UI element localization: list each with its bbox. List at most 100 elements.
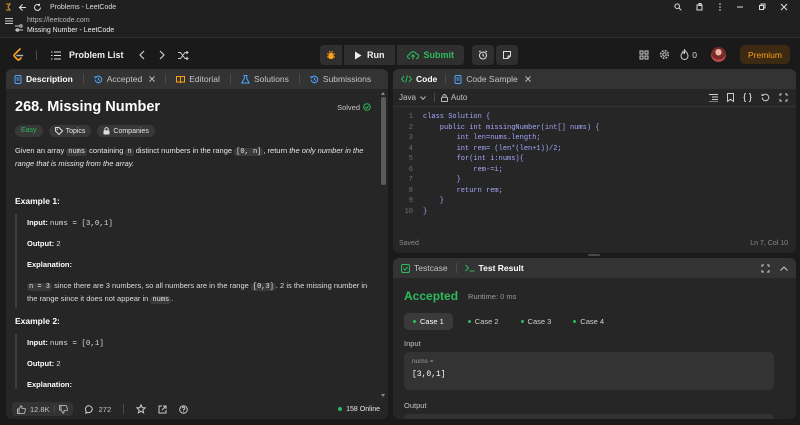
case-4-label: Case 4 xyxy=(580,317,605,326)
tab-code-label: Code xyxy=(416,74,438,84)
braces-icon[interactable] xyxy=(743,93,752,102)
extensions-icon[interactable] xyxy=(696,3,704,11)
history-icon xyxy=(94,75,103,84)
star-icon[interactable] xyxy=(136,404,147,414)
notes-button[interactable] xyxy=(496,45,518,65)
expand-icon[interactable] xyxy=(779,93,788,102)
scroll-up-arrow[interactable] xyxy=(381,92,385,95)
case-pass-dot xyxy=(413,320,416,323)
shuffle-icon[interactable] xyxy=(177,50,189,60)
likes-count: 12.8K xyxy=(30,404,50,414)
top-nav: Problem List Run Submit 0 Premium xyxy=(0,40,800,70)
comments-button[interactable]: 272 xyxy=(84,404,111,414)
timer-button[interactable] xyxy=(472,45,494,65)
prev-problem-icon[interactable] xyxy=(138,50,146,60)
checkbox-icon xyxy=(401,263,410,273)
description-scrollbar[interactable] xyxy=(381,92,386,397)
solved-status: Solved xyxy=(337,102,360,112)
back-icon[interactable] xyxy=(18,3,27,12)
debug-button[interactable] xyxy=(320,45,342,65)
companies-chip[interactable]: Companies xyxy=(97,125,155,137)
menu-lines-icon[interactable] xyxy=(5,18,13,24)
document-icon xyxy=(14,74,22,84)
layout-grid-icon[interactable] xyxy=(639,50,649,60)
output-box[interactable] xyxy=(404,414,774,419)
help-icon[interactable] xyxy=(179,404,188,414)
menu-icon[interactable] xyxy=(4,3,12,11)
language-select[interactable]: Java xyxy=(399,93,426,102)
problem-title[interactable]: 268. Missing Number xyxy=(15,99,160,115)
difficulty-badge[interactable]: Easy xyxy=(15,125,43,137)
tab-accepted[interactable]: Accepted xyxy=(94,74,156,84)
avatar[interactable] xyxy=(710,47,726,62)
auto-label: Auto xyxy=(450,93,468,102)
tab-submissions-label: Submissions xyxy=(322,74,372,84)
close-tab-icon[interactable] xyxy=(149,76,156,82)
comment-icon xyxy=(84,404,94,414)
next-problem-icon[interactable] xyxy=(158,50,166,60)
tab-test-result-label: Test Result xyxy=(478,263,524,273)
submit-button[interactable]: Submit xyxy=(396,45,464,65)
code-line: 4 int rem= (len*(len+1))/2; xyxy=(408,144,562,153)
more-vert-icon[interactable] xyxy=(718,3,722,11)
minimize-icon[interactable] xyxy=(736,3,744,11)
scrollbar-thumb[interactable] xyxy=(381,97,386,185)
tab-submissions[interactable]: Submissions xyxy=(310,74,371,84)
code-editor[interactable]: 1 class Solution { 2 public int missingNu… xyxy=(393,112,796,218)
input-var-name: nums = xyxy=(412,358,434,365)
history-icon xyxy=(310,75,319,84)
case-tab-1[interactable]: Case 1 xyxy=(404,313,453,330)
tab-solutions[interactable]: Solutions xyxy=(240,74,289,84)
search-icon[interactable] xyxy=(674,3,682,11)
description-content[interactable]: 268. Missing Number Solved Easy Topics C… xyxy=(15,99,371,395)
thumbs-down-icon[interactable] xyxy=(58,404,68,414)
site-settings-icon[interactable] xyxy=(15,24,23,32)
tab-editorial[interactable]: Editorial xyxy=(176,74,220,84)
chevron-up-icon[interactable] xyxy=(780,264,788,273)
panel-splitter[interactable] xyxy=(588,254,600,256)
case-tab-3[interactable]: Case 3 xyxy=(514,313,559,330)
reload-icon[interactable] xyxy=(33,3,42,12)
reset-icon[interactable] xyxy=(761,93,770,102)
description-footer: 12.8K 272 158 Online xyxy=(6,399,388,419)
tab-code-sample[interactable]: Code Sample xyxy=(454,74,531,84)
tab-code[interactable]: Code xyxy=(401,74,437,84)
url-text[interactable]: https://leetcode.com xyxy=(27,17,90,24)
problem-list-icon[interactable] xyxy=(51,50,61,60)
problem-list-link[interactable]: Problem List xyxy=(69,50,124,60)
input-box[interactable]: nums = [3,0,1] xyxy=(404,352,774,390)
run-button[interactable]: Run xyxy=(344,45,395,65)
run-label: Run xyxy=(367,50,385,60)
note-icon xyxy=(502,50,512,60)
fullscreen-icon[interactable] xyxy=(761,264,770,273)
leetcode-logo-icon[interactable] xyxy=(12,48,24,62)
settings-gear-icon[interactable] xyxy=(659,49,670,60)
tab-testcase[interactable]: Testcase xyxy=(401,263,448,273)
like-button[interactable]: 12.8K xyxy=(12,402,73,416)
code-brackets-icon xyxy=(401,75,412,83)
topics-chip[interactable]: Topics xyxy=(48,125,92,137)
scroll-down-arrow[interactable] xyxy=(381,394,385,397)
fire-streak-icon[interactable] xyxy=(680,49,689,60)
format-icon[interactable] xyxy=(709,93,718,102)
case-pass-dot xyxy=(520,320,524,323)
bookmark-icon[interactable] xyxy=(727,93,734,102)
case-2-label: Case 2 xyxy=(474,317,499,326)
share-icon[interactable] xyxy=(158,405,167,414)
close-window-icon[interactable] xyxy=(780,3,788,11)
document-icon xyxy=(454,74,462,84)
auto-mode[interactable]: Auto xyxy=(440,93,468,102)
problem-description: Given an array nums containing n distinc… xyxy=(15,146,364,168)
lock-icon xyxy=(103,127,110,135)
tab-accepted-label: Accepted xyxy=(106,74,143,84)
restore-icon[interactable] xyxy=(758,3,766,11)
editor-toolbar: Java Auto xyxy=(393,89,796,107)
tab-code-sample-label: Code Sample xyxy=(466,74,518,84)
tab-test-result[interactable]: Test Result xyxy=(464,263,524,273)
case-tab-2[interactable]: Case 2 xyxy=(461,313,506,330)
close-tab-icon[interactable] xyxy=(524,76,531,82)
tab-description[interactable]: Description xyxy=(14,74,73,84)
case-tab-4[interactable]: Case 4 xyxy=(566,313,611,330)
premium-button[interactable]: Premium xyxy=(739,45,790,64)
chevron-down-icon xyxy=(420,95,426,100)
